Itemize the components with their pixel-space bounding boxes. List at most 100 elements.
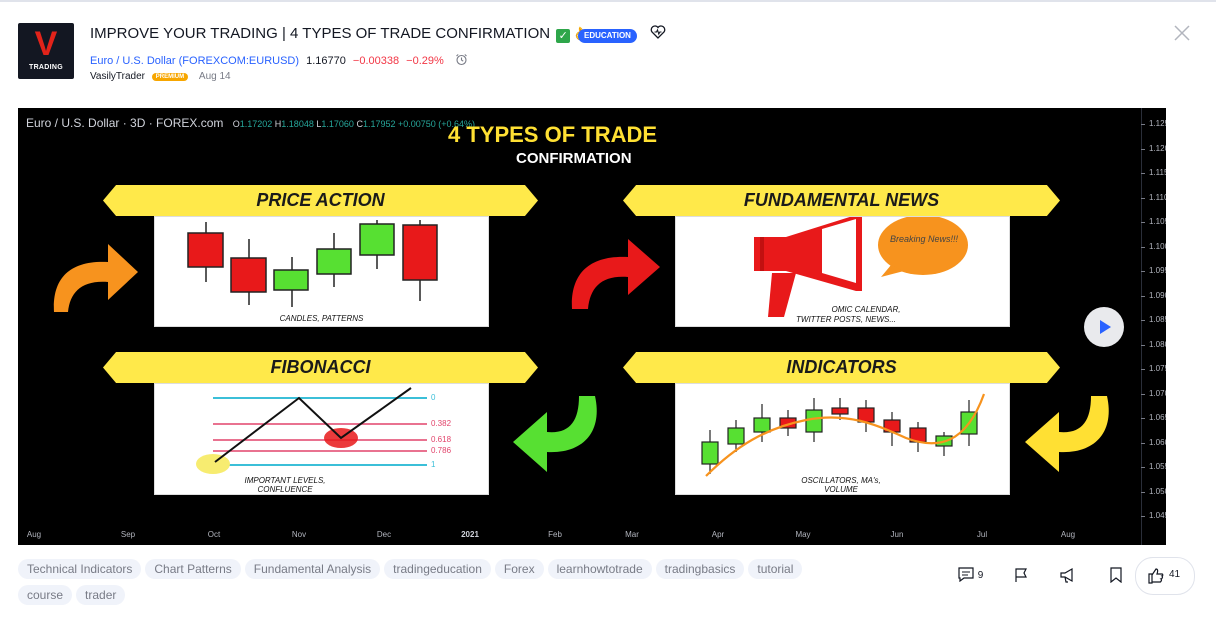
indicators-title: INDICATORS — [786, 357, 897, 377]
price-axis-tick-label: 1.07000 — [1149, 388, 1166, 398]
logo-text: TRADING — [29, 64, 63, 71]
comment-icon — [958, 567, 974, 583]
tag-list: Technical Indicators Chart Patterns Fundam… — [18, 559, 918, 611]
indicators-caption-1: OSCILLATORS, MA's, — [801, 476, 881, 485]
time-axis-tick-label: Aug — [26, 530, 42, 539]
likes-count: 41 — [1169, 569, 1181, 580]
tag-chip[interactable]: learnhowtotrade — [547, 559, 652, 579]
price-action-caption: CANDLES, PATTERNS — [279, 314, 364, 323]
breaking-news-bubble: Breaking News!!! — [889, 234, 959, 244]
price-axis-tick-label: 1.09000 — [1149, 290, 1166, 300]
symbol-link[interactable]: Euro / U.S. Dollar (FOREXCOM:EURUSD) — [90, 55, 299, 67]
price-axis-tick-label: 1.11500 — [1149, 168, 1166, 177]
fibonacci-banner: FIBONACCI — [103, 352, 538, 383]
fib-level-label: 0.786 — [431, 446, 452, 455]
tag-chip[interactable]: course — [18, 585, 73, 605]
open-value: 1.17202 — [239, 119, 273, 129]
price-axis-tick-label: 1.05000 — [1149, 486, 1166, 496]
overlay-subheading: CONFIRMATION — [516, 150, 632, 167]
fibonacci-panel: 0 0.382 0.618 0.786 1 IMPORTANT LEVELS, CONF… — [154, 383, 489, 495]
fib-level-label: 0.382 — [431, 419, 452, 428]
price-axis-tick-label: 1.12500 — [1149, 119, 1166, 128]
like-button[interactable]: 41 — [1135, 557, 1195, 595]
tag-chip[interactable]: Chart Patterns — [145, 559, 241, 579]
price-axis-tick-mark — [1141, 197, 1145, 199]
author-avatar[interactable]: V TRADING — [18, 23, 74, 79]
time-axis-tick-label: Jun — [890, 530, 904, 539]
fib-level-label: 1 — [431, 460, 436, 469]
price-axis-tick-mark — [1141, 148, 1145, 150]
symbol-change-pct: −0.29% — [406, 55, 444, 67]
indicators-panel: OSCILLATORS, MA's, VOLUME — [675, 383, 1010, 495]
bookmark-icon[interactable] — [1108, 567, 1124, 583]
top-border — [0, 0, 1216, 2]
price-axis-tick-mark — [1141, 369, 1145, 370]
symbol-line: Euro / U.S. Dollar (FOREXCOM:EURUSD) 1.1… — [90, 53, 468, 67]
price-axis-tick-mark — [1141, 173, 1145, 174]
tag-chip[interactable]: tutorial — [748, 559, 803, 579]
indicators-banner: INDICATORS — [623, 352, 1060, 383]
symbol-price: 1.16770 — [306, 55, 346, 67]
time-axis-tick-label: Apr — [711, 530, 725, 539]
price-action-banner: PRICE ACTION — [103, 185, 538, 216]
flag-icon[interactable] — [1013, 567, 1029, 583]
idea-title-text: IMPROVE YOUR TRADING | 4 TYPES OF TRADE … — [90, 25, 551, 42]
price-axis-tick-mark — [1141, 320, 1145, 321]
tag-chip[interactable]: trader — [76, 585, 126, 605]
author-line: VasilyTrader PREMIUM Aug 14 — [90, 71, 231, 82]
fibonacci-caption-2: CONFLUENCE — [257, 485, 313, 494]
fundamental-caption-1: OMIC CALENDAR, — [831, 305, 901, 314]
price-axis-tick-mark — [1141, 491, 1145, 493]
price-action-panel: CANDLES, PATTERNS — [154, 216, 489, 327]
time-axis-tick-label: Jul — [976, 530, 988, 539]
indicators-caption-2: VOLUME — [824, 485, 858, 494]
boost-megaphone-icon[interactable] — [1059, 567, 1077, 583]
tag-chip[interactable]: Fundamental Analysis — [244, 559, 381, 579]
candles-illustration — [187, 220, 438, 307]
price-axis-tick-mark — [1141, 418, 1145, 419]
comments-button[interactable]: 9 — [957, 566, 983, 584]
play-icon — [1100, 320, 1111, 334]
check-emoji-icon: ✓ — [556, 29, 571, 43]
price-axis-tick-mark — [1141, 393, 1145, 395]
time-axis-tick-label: Oct — [207, 530, 221, 539]
author-name[interactable]: VasilyTrader — [90, 71, 145, 82]
education-badge[interactable]: EDUCATION — [578, 29, 637, 43]
premium-badge: PREMIUM — [151, 73, 189, 81]
fib-level-label: 0.618 — [431, 435, 452, 444]
fibonacci-caption-1: IMPORTANT LEVELS, — [244, 476, 326, 485]
low-value: 1.17060 — [321, 119, 354, 129]
price-axis-tick-mark — [1141, 271, 1145, 272]
price-axis-tick-mark — [1141, 222, 1145, 223]
fibonacci-title: FIBONACCI — [270, 357, 371, 377]
play-button[interactable] — [1084, 307, 1124, 347]
tag-chip[interactable]: Forex — [494, 559, 544, 579]
price-axis-tick-mark — [1141, 516, 1145, 517]
alarm-clock-icon[interactable] — [455, 53, 468, 66]
symbol-change: −0.00338 — [352, 55, 400, 67]
price-axis-tick-label: 1.04500 — [1149, 511, 1166, 520]
thumbs-up-icon — [1148, 568, 1164, 584]
close-value: 1.17952 — [362, 119, 396, 129]
chart-legend: Euro / U.S. Dollar · 3D · FOREX.com O1.1… — [26, 116, 475, 130]
price-axis-tick-mark — [1141, 295, 1145, 297]
close-icon[interactable] — [1173, 24, 1191, 42]
tag-chip[interactable]: Technical Indicators — [18, 559, 142, 579]
price-axis-tick-label: 1.10000 — [1149, 241, 1166, 251]
price-axis-tick-label: 1.08000 — [1149, 339, 1166, 349]
red-curved-arrow-icon — [571, 239, 660, 309]
heart-icon[interactable] — [650, 24, 666, 40]
idea-chart-image[interactable]: Euro / U.S. Dollar · 3D · FOREX.com O1.1… — [18, 108, 1166, 545]
comments-count: 9 — [977, 570, 984, 581]
price-axis-tick-label: 1.10500 — [1149, 217, 1166, 226]
orange-curved-arrow-icon — [53, 244, 138, 312]
tag-chip[interactable]: tradingbasics — [655, 559, 745, 579]
fib-level-label: 0 — [431, 393, 436, 402]
high-value: 1.18048 — [281, 119, 314, 129]
price-axis-tick-label: 1.07500 — [1149, 364, 1166, 373]
price-axis-tick-label: 1.12000 — [1149, 143, 1166, 153]
ohlc-values: O1.17202 H1.18048 L1.17060 C1.17952 +0.0… — [233, 119, 475, 129]
tag-chip[interactable]: tradingeducation — [384, 559, 491, 579]
price-axis-tick-mark — [1141, 344, 1145, 346]
green-curved-arrow-icon — [513, 396, 597, 472]
